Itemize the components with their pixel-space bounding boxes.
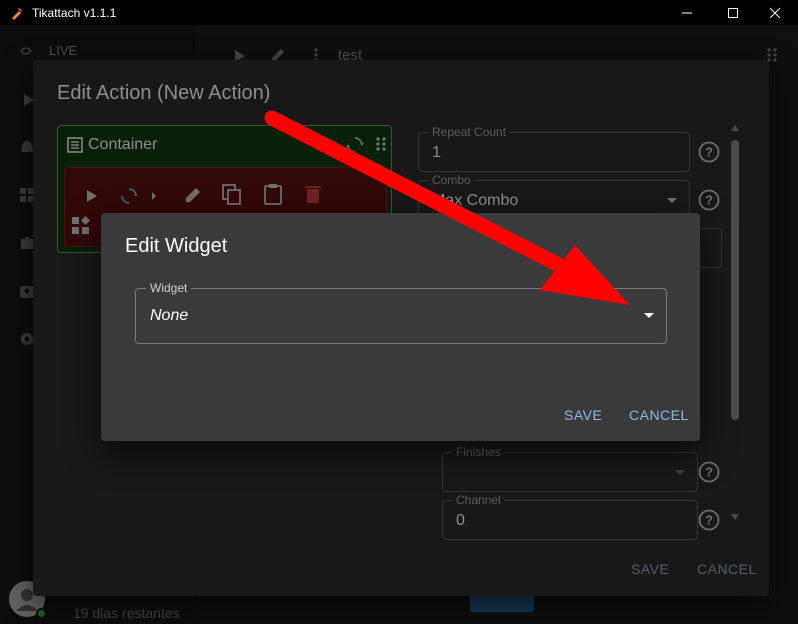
widget-label: Widget [146,281,192,295]
minimize-button[interactable] [664,0,710,25]
title-bar: Tikattach v1.1.1 [0,0,798,25]
edit-widget-dialog: Edit Widget Widget None SAVE CANCEL [101,213,700,441]
app-icon [12,7,22,20]
maximize-button[interactable] [710,0,756,25]
window-title: Tikattach v1.1.1 [32,5,117,20]
widget-cancel-button[interactable]: CANCEL [629,407,689,423]
close-window-button[interactable] [752,0,798,25]
widget-value: None [150,307,189,324]
dropdown-caret-icon[interactable] [644,313,654,318]
widget-select[interactable]: Widget None [135,281,667,344]
widget-save-button[interactable]: SAVE [564,407,602,423]
maximize-icon [728,7,738,18]
edit-widget-title: Edit Widget [125,235,228,257]
close-icon [769,7,781,18]
minimize-icon [682,12,692,13]
